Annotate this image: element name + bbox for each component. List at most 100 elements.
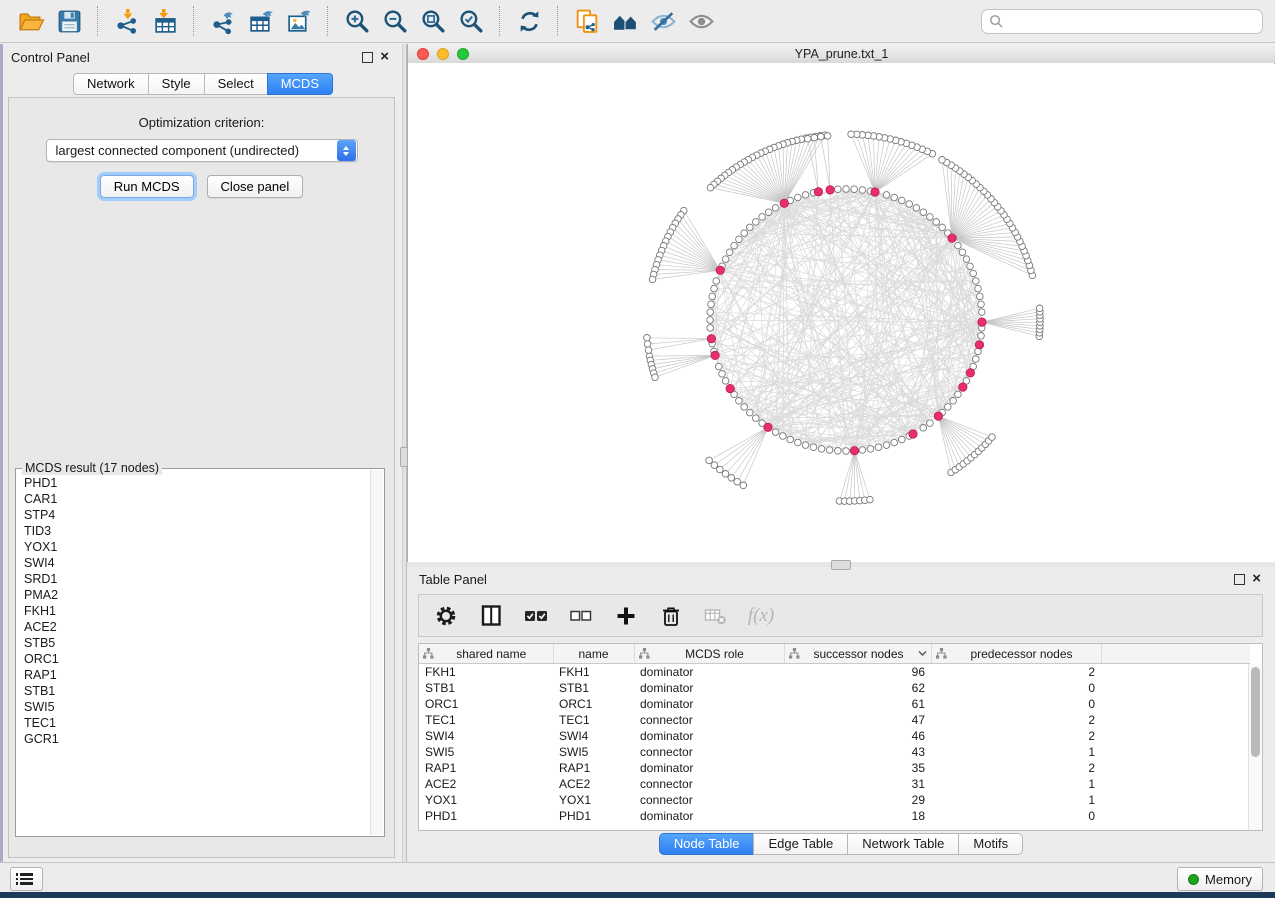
cell-name[interactable]: STB1	[553, 680, 634, 696]
float-panel-icon[interactable]	[1234, 574, 1245, 585]
zoom-out-button[interactable]	[376, 3, 414, 39]
cell-shared-name[interactable]: SWI5	[419, 744, 553, 760]
cell-predecessor-nodes[interactable]: 0	[931, 808, 1101, 824]
cell-predecessor-nodes[interactable]: 2	[931, 760, 1101, 776]
cell-shared-name[interactable]: ORC1	[419, 696, 553, 712]
table-row[interactable]: SWI5SWI5connector431	[419, 744, 1250, 760]
import-network-button[interactable]	[108, 3, 146, 39]
window-minimize-button[interactable]	[437, 48, 449, 60]
cell-shared-name[interactable]: TEC1	[419, 712, 553, 728]
column-header-successor-nodes[interactable]: successor nodes	[784, 644, 931, 664]
cell-mcds-role[interactable]: connector	[634, 744, 784, 760]
search-field[interactable]	[981, 9, 1263, 34]
tab-style[interactable]: Style	[148, 73, 204, 95]
cell-mcds-role[interactable]: dominator	[634, 664, 784, 681]
cell-mcds-role[interactable]: dominator	[634, 760, 784, 776]
mcds-result-list[interactable]: PHD1CAR1STP4TID3YOX1SWI4SRD1PMA2FKH1ACE2…	[24, 475, 370, 834]
tab-network-table[interactable]: Network Table	[847, 833, 958, 855]
network-window-titlebar[interactable]: YPA_prune.txt_1	[408, 44, 1275, 64]
cell-shared-name[interactable]: RAP1	[419, 760, 553, 776]
close-panel-button[interactable]: Close panel	[207, 175, 304, 198]
cell-successor-nodes[interactable]: 29	[784, 792, 931, 808]
cell-shared-name[interactable]: YOX1	[419, 792, 553, 808]
apply-function-button[interactable]: f(x)	[748, 603, 774, 629]
tab-edge-table[interactable]: Edge Table	[753, 833, 847, 855]
import-table-button[interactable]	[146, 3, 184, 39]
table-row[interactable]: YOX1YOX1connector291	[419, 792, 1250, 808]
cell-mcds-role[interactable]: connector	[634, 712, 784, 728]
table-row[interactable]: PHD1PHD1dominator180	[419, 808, 1250, 824]
mcds-result-item[interactable]: FKH1	[24, 603, 370, 619]
tab-node-table[interactable]: Node Table	[659, 833, 754, 855]
mcds-result-item[interactable]: TID3	[24, 523, 370, 539]
cell-shared-name[interactable]: PHD1	[419, 808, 553, 824]
cell-predecessor-nodes[interactable]: 1	[931, 744, 1101, 760]
table-row[interactable]: RAP1RAP1dominator352	[419, 760, 1250, 776]
column-header-MCDS-role[interactable]: MCDS role	[634, 644, 784, 664]
zoom-selected-button[interactable]	[452, 3, 490, 39]
mcds-result-item[interactable]: RAP1	[24, 667, 370, 683]
mcds-result-item[interactable]: GCR1	[24, 731, 370, 747]
column-header-predecessor-nodes[interactable]: predecessor nodes	[931, 644, 1101, 664]
tab-network[interactable]: Network	[73, 73, 148, 95]
table-row[interactable]: ACE2ACE2connector311	[419, 776, 1250, 792]
mcds-result-item[interactable]: STP4	[24, 507, 370, 523]
cell-mcds-role[interactable]: dominator	[634, 696, 784, 712]
cell-shared-name[interactable]: ACE2	[419, 776, 553, 792]
table-row[interactable]: FKH1FKH1dominator962	[419, 664, 1250, 681]
table-row[interactable]: TEC1TEC1connector472	[419, 712, 1250, 728]
cell-successor-nodes[interactable]: 46	[784, 728, 931, 744]
cell-predecessor-nodes[interactable]: 1	[931, 792, 1101, 808]
cell-successor-nodes[interactable]: 35	[784, 760, 931, 776]
cell-name[interactable]: ORC1	[553, 696, 634, 712]
new-network-from-selection-button[interactable]	[568, 3, 606, 39]
cell-predecessor-nodes[interactable]: 0	[931, 696, 1101, 712]
table-row[interactable]: STB1STB1dominator620	[419, 680, 1250, 696]
cell-mcds-role[interactable]: connector	[634, 776, 784, 792]
mcds-result-item[interactable]: PHD1	[24, 475, 370, 491]
cell-mcds-role[interactable]: connector	[634, 792, 784, 808]
column-header-name[interactable]: name	[553, 644, 634, 664]
cell-predecessor-nodes[interactable]: 1	[931, 776, 1101, 792]
cell-successor-nodes[interactable]: 18	[784, 808, 931, 824]
cell-predecessor-nodes[interactable]: 0	[931, 680, 1101, 696]
network-graph[interactable]	[408, 63, 1274, 560]
network-canvas[interactable]	[408, 63, 1274, 560]
cell-successor-nodes[interactable]: 96	[784, 664, 931, 681]
cell-name[interactable]: ACE2	[553, 776, 634, 792]
mcds-result-item[interactable]: CAR1	[24, 491, 370, 507]
mcds-result-item[interactable]: SWI5	[24, 699, 370, 715]
open-session-button[interactable]	[12, 3, 50, 39]
cell-shared-name[interactable]: SWI4	[419, 728, 553, 744]
export-table-button[interactable]	[242, 3, 280, 39]
mcds-result-item[interactable]: YOX1	[24, 539, 370, 555]
cell-successor-nodes[interactable]: 43	[784, 744, 931, 760]
search-input[interactable]	[1004, 13, 1255, 29]
column-header-shared-name[interactable]: shared name	[419, 644, 553, 664]
cell-predecessor-nodes[interactable]: 2	[931, 712, 1101, 728]
save-session-button[interactable]	[50, 3, 88, 39]
cell-successor-nodes[interactable]: 47	[784, 712, 931, 728]
cell-shared-name[interactable]: STB1	[419, 680, 553, 696]
hide-selected-button[interactable]	[644, 3, 682, 39]
apply-layout-button[interactable]	[510, 3, 548, 39]
zoom-in-button[interactable]	[338, 3, 376, 39]
cell-successor-nodes[interactable]: 31	[784, 776, 931, 792]
select-all-button[interactable]	[523, 603, 549, 629]
first-neighbors-button[interactable]	[606, 3, 644, 39]
mcds-result-item[interactable]: STB5	[24, 635, 370, 651]
mcds-result-item[interactable]: ORC1	[24, 651, 370, 667]
cell-name[interactable]: PHD1	[553, 808, 634, 824]
run-mcds-button[interactable]: Run MCDS	[100, 175, 194, 198]
mcds-list-scrollbar[interactable]	[370, 470, 383, 835]
window-maximize-button[interactable]	[457, 48, 469, 60]
mcds-result-item[interactable]: STB1	[24, 683, 370, 699]
close-panel-icon[interactable]: ×	[380, 52, 389, 62]
mcds-result-item[interactable]: ACE2	[24, 619, 370, 635]
cell-successor-nodes[interactable]: 62	[784, 680, 931, 696]
cell-predecessor-nodes[interactable]: 2	[931, 664, 1101, 681]
table-row[interactable]: ORC1ORC1dominator610	[419, 696, 1250, 712]
float-panel-icon[interactable]	[362, 52, 373, 63]
tab-motifs[interactable]: Motifs	[958, 833, 1023, 855]
memory-button[interactable]: Memory	[1177, 867, 1263, 891]
